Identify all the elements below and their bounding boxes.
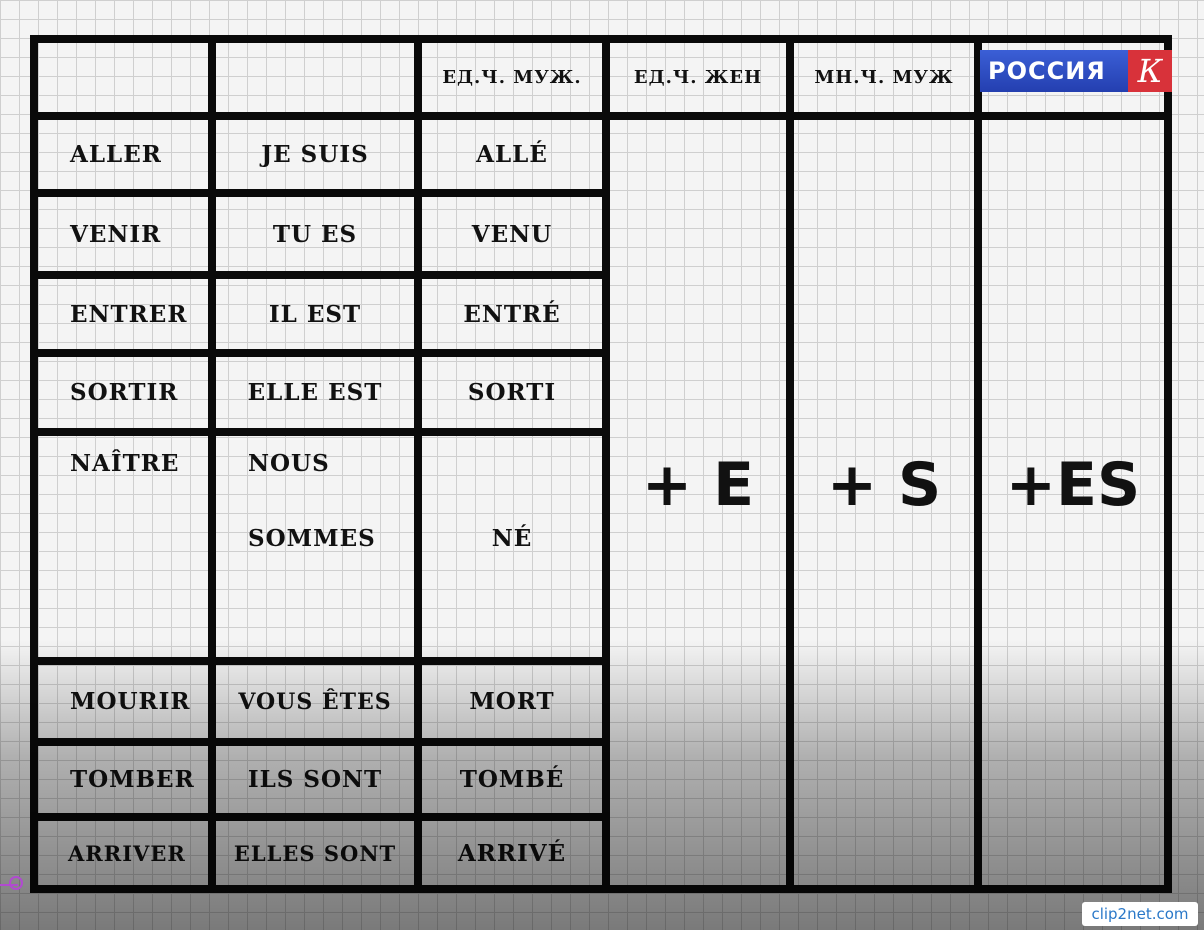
pronoun-cell: IL EST [268, 300, 362, 328]
row-divider [30, 657, 606, 665]
pronoun-cell: TU ES [272, 220, 358, 248]
timeline-scrubber-handle[interactable] [9, 876, 23, 890]
row-divider [30, 428, 606, 436]
pronoun-cell: VOUS ÊTES [238, 688, 392, 715]
channel-logo-letter: К [1128, 50, 1172, 92]
pronoun-cell: JE SUIS [261, 141, 369, 168]
row-divider [30, 349, 606, 357]
table-border-top [30, 35, 1172, 43]
conjugation-table: ЕД.Ч. МУЖ. ЕД.Ч. ЖЕН МН.Ч. МУЖ ALLER JE … [30, 35, 1172, 893]
watermark: clip2net.com [1082, 902, 1198, 926]
column-divider [602, 35, 610, 893]
suffix-masc-plural: + S [826, 450, 942, 520]
pronoun-cell: ELLES SONT [233, 840, 397, 866]
header-divider [30, 112, 1172, 120]
header-fem-singular: ЕД.Ч. ЖЕН [633, 67, 763, 88]
participle-cell: ENTRÉ [463, 300, 561, 328]
channel-logo-text: РОССИЯ [988, 57, 1106, 85]
participle-cell: TOMBÉ [459, 766, 565, 793]
suffix-fem-singular: + E [641, 450, 755, 520]
participle-cell: VENU [471, 220, 553, 248]
pronoun-cell-line1: NOUS [248, 449, 330, 477]
pronoun-cell-line2: SOMMES [248, 524, 376, 552]
column-divider [974, 35, 982, 893]
header-masc-singular: ЕД.Ч. МУЖ. [442, 67, 582, 88]
pronoun-cell: ELLE EST [247, 379, 383, 406]
row-divider [30, 813, 606, 821]
header-masc-plural: МН.Ч. МУЖ [814, 67, 954, 88]
row-divider [30, 738, 606, 746]
suffix-fem-plural: +ES [1005, 450, 1141, 520]
pronoun-cell: ILS SONT [247, 766, 383, 793]
row-divider [30, 189, 606, 197]
table-border-right [1164, 35, 1172, 893]
participle-cell: NÉ [491, 524, 533, 552]
verb-cell: ARRIVER [68, 840, 186, 866]
row-divider [30, 271, 606, 279]
participle-cell: ARRIVÉ [457, 839, 567, 867]
participle-cell: ALLÉ [476, 141, 548, 168]
table-border-bottom [30, 885, 1172, 893]
column-divider [786, 35, 794, 893]
participle-cell: SORTI [467, 379, 557, 406]
participle-cell: MORT [469, 688, 555, 715]
channel-logo: РОССИЯ К [980, 50, 1172, 92]
